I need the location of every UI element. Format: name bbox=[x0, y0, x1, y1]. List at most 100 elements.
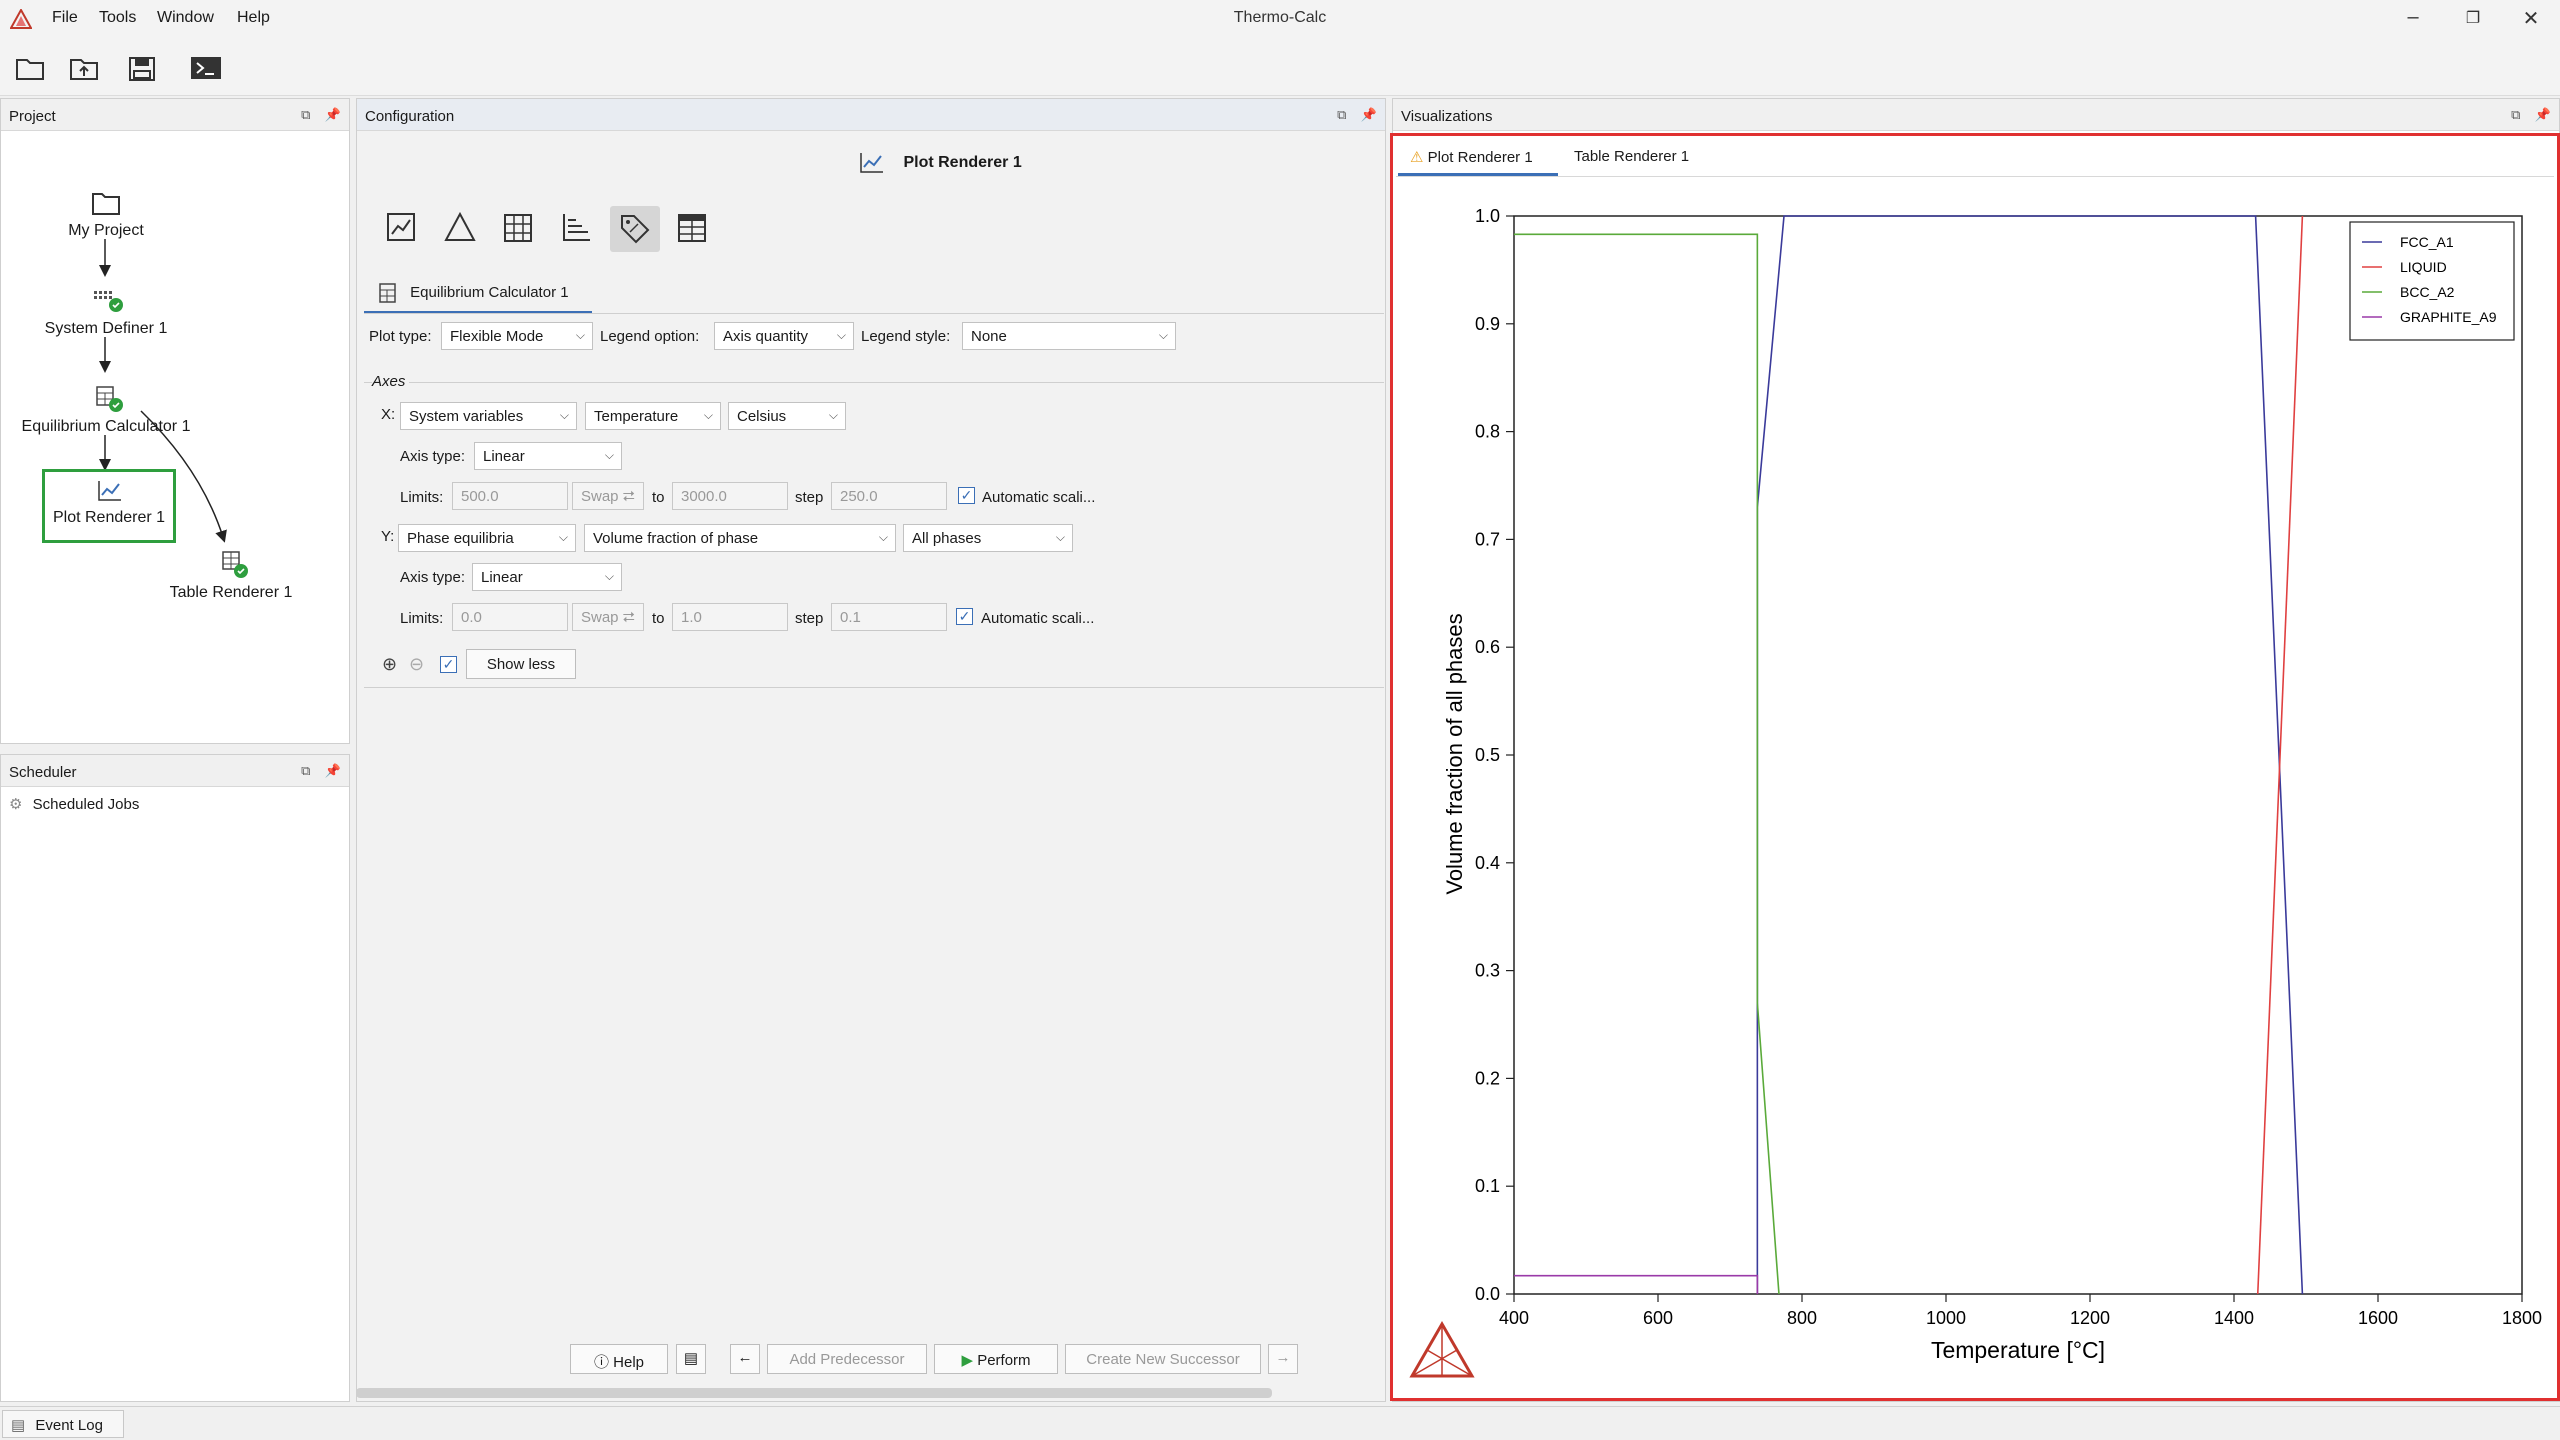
legend-style-select[interactable]: None ⌵ bbox=[962, 322, 1176, 350]
y-category-select[interactable]: Phase equilibria ⌵ bbox=[398, 524, 576, 552]
axis-scaling-icon[interactable] bbox=[552, 206, 602, 252]
label-tag-icon[interactable] bbox=[610, 206, 660, 252]
legend-label: GRAPHITE_A9 bbox=[2400, 309, 2497, 325]
x-min-input[interactable]: 500.0 bbox=[452, 482, 568, 510]
x-axis-title: Temperature [°C] bbox=[1931, 1337, 2105, 1363]
tab-divider bbox=[1396, 176, 2554, 177]
chevron-down-icon: ⌵ bbox=[559, 408, 569, 422]
help-icon: ⓘ bbox=[593, 1354, 609, 1371]
restore-button[interactable]: ❐ bbox=[2458, 8, 2488, 34]
open-example-icon[interactable] bbox=[64, 48, 104, 88]
triangle-diagram-icon[interactable] bbox=[436, 206, 486, 252]
node-table-renderer[interactable]: Table Renderer 1 bbox=[151, 549, 311, 602]
pin-icon[interactable]: 📌 bbox=[1361, 107, 1377, 122]
y-category-value: Phase equilibria bbox=[407, 530, 514, 547]
volume-fraction-plot[interactable]: 400 600 800 1000 1200 1400 1600 1800 0.0 0.1 0.2 0.… bbox=[1396, 180, 2554, 1396]
node-label: Plot Renderer 1 bbox=[52, 509, 166, 526]
create-new-successor-button[interactable]: Create New Successor bbox=[1065, 1344, 1261, 1374]
save-icon[interactable] bbox=[122, 48, 162, 88]
float-icon[interactable]: ⧉ bbox=[301, 763, 310, 778]
y-auto-scaling-checkbox[interactable]: ✓ bbox=[956, 608, 973, 625]
legend-style-label: Legend style: bbox=[861, 328, 951, 345]
tab-table-renderer[interactable]: Table Renderer 1 bbox=[1560, 140, 1710, 176]
y-axis-type-select[interactable]: Linear ⌵ bbox=[472, 563, 622, 591]
node-label: System Definer 1 bbox=[44, 320, 168, 337]
open-folder-icon[interactable] bbox=[10, 48, 50, 88]
scheduled-jobs-item[interactable]: ⚙ Scheduled Jobs bbox=[9, 795, 139, 813]
status-bar bbox=[0, 1406, 2560, 1440]
chevron-down-icon: ⌵ bbox=[1158, 328, 1168, 342]
config-heading: Plot Renderer 1 bbox=[857, 151, 1022, 175]
perform-button[interactable]: ▶ Perform bbox=[934, 1344, 1058, 1374]
x-auto-scaling-checkbox[interactable]: ✓ bbox=[958, 487, 975, 504]
x-tick-label: 1600 bbox=[2358, 1308, 2398, 1328]
tab-plot-renderer[interactable]: ⚠ Plot Renderer 1 bbox=[1398, 140, 1558, 176]
y-tick-label: 0.6 bbox=[1475, 637, 1500, 657]
title-bar: File Tools Window Help Thermo-Calc – ❐ ✕ bbox=[0, 0, 2560, 40]
y-max-input[interactable]: 1.0 bbox=[672, 603, 788, 631]
show-less-button[interactable]: Show less bbox=[466, 649, 576, 679]
pin-icon[interactable]: 📌 bbox=[325, 763, 341, 778]
tab-divider bbox=[364, 313, 1384, 314]
node-label: My Project bbox=[68, 222, 144, 239]
y-step-input[interactable]: 0.1 bbox=[831, 603, 947, 631]
y-tick-label: 0.4 bbox=[1475, 853, 1500, 873]
back-arrow-icon[interactable]: ← bbox=[730, 1344, 760, 1374]
config-heading-text: Plot Renderer 1 bbox=[903, 154, 1022, 172]
float-icon[interactable]: ⧉ bbox=[2511, 107, 2520, 122]
forward-arrow-icon[interactable]: → bbox=[1268, 1344, 1298, 1374]
perform-label: Perform bbox=[977, 1352, 1031, 1369]
node-equilibrium-calculator[interactable]: Equilibrium Calculator 1 bbox=[1, 385, 211, 436]
chevron-down-icon: ⌵ bbox=[703, 408, 713, 422]
y-limits-label: Limits: bbox=[400, 610, 444, 627]
x-max-input[interactable]: 3000.0 bbox=[672, 482, 788, 510]
node-label: Equilibrium Calculator 1 bbox=[21, 418, 191, 435]
y-tick-label: 0.9 bbox=[1475, 314, 1500, 334]
float-icon[interactable]: ⧉ bbox=[1337, 107, 1346, 122]
y-unit-select[interactable]: All phases ⌵ bbox=[903, 524, 1073, 552]
table-view-icon[interactable] bbox=[668, 206, 718, 252]
node-system-definer[interactable]: System Definer 1 bbox=[21, 287, 191, 338]
plot-type-label: Plot type: bbox=[369, 328, 432, 345]
grid-icon[interactable] bbox=[494, 206, 544, 252]
system-definer-icon bbox=[94, 291, 123, 312]
event-log-button[interactable]: ▤ Event Log bbox=[2, 1410, 124, 1438]
help-button[interactable]: ⓘ Help bbox=[570, 1344, 668, 1374]
node-plot-renderer-selected[interactable]: Plot Renderer 1 bbox=[42, 469, 176, 543]
plot-type-select[interactable]: Flexible Mode ⌵ bbox=[441, 322, 593, 350]
chart-area[interactable]: 400 600 800 1000 1200 1400 1600 1800 0.0 0.1 0.2 0.… bbox=[1396, 180, 2554, 1396]
x-swap-button[interactable]: Swap ⮂ bbox=[572, 482, 644, 510]
legend-option-select[interactable]: Axis quantity ⌵ bbox=[714, 322, 854, 350]
console-icon[interactable] bbox=[186, 48, 226, 88]
add-axis-icon[interactable]: ⊕ bbox=[382, 654, 397, 675]
axes-enable-checkbox[interactable]: ✓ bbox=[440, 656, 457, 673]
tab-equilibrium-calculator[interactable]: Equilibrium Calculator 1 bbox=[364, 278, 592, 314]
node-my-project[interactable]: My Project bbox=[41, 189, 171, 240]
x-tick-label: 800 bbox=[1787, 1308, 1817, 1328]
y-min-input[interactable]: 0.0 bbox=[452, 603, 568, 631]
y-quantity-value: Volume fraction of phase bbox=[593, 530, 759, 547]
series-line-bcc-a2 bbox=[1514, 233, 1780, 1295]
clipboard-icon[interactable]: ▤ bbox=[676, 1344, 706, 1374]
add-predecessor-button[interactable]: Add Predecessor bbox=[767, 1344, 927, 1374]
minimize-button[interactable]: – bbox=[2398, 6, 2428, 32]
y-swap-button[interactable]: Swap ⮂ bbox=[572, 603, 644, 631]
chevron-down-icon: ⌵ bbox=[575, 328, 585, 342]
calculator-icon bbox=[379, 283, 396, 303]
table-icon bbox=[222, 551, 248, 578]
plot-settings-icon[interactable] bbox=[378, 206, 428, 252]
close-button[interactable]: ✕ bbox=[2516, 6, 2546, 32]
x-category-select[interactable]: System variables ⌵ bbox=[400, 402, 577, 430]
pin-icon[interactable]: 📌 bbox=[2535, 107, 2551, 122]
x-step-input[interactable]: 250.0 bbox=[831, 482, 947, 510]
x-quantity-select[interactable]: Temperature ⌵ bbox=[585, 402, 721, 430]
plot-icon bbox=[98, 481, 121, 501]
x-unit-select[interactable]: Celsius ⌵ bbox=[728, 402, 846, 430]
horizontal-scrollbar[interactable] bbox=[356, 1388, 1272, 1398]
series-line-fcc-a1 bbox=[1756, 215, 2304, 1295]
remove-axis-icon[interactable]: ⊖ bbox=[409, 654, 424, 675]
x-category-value: System variables bbox=[409, 408, 524, 425]
swap-label: Swap bbox=[581, 488, 619, 505]
x-axis-type-select[interactable]: Linear ⌵ bbox=[474, 442, 622, 470]
y-quantity-select[interactable]: Volume fraction of phase ⌵ bbox=[584, 524, 896, 552]
